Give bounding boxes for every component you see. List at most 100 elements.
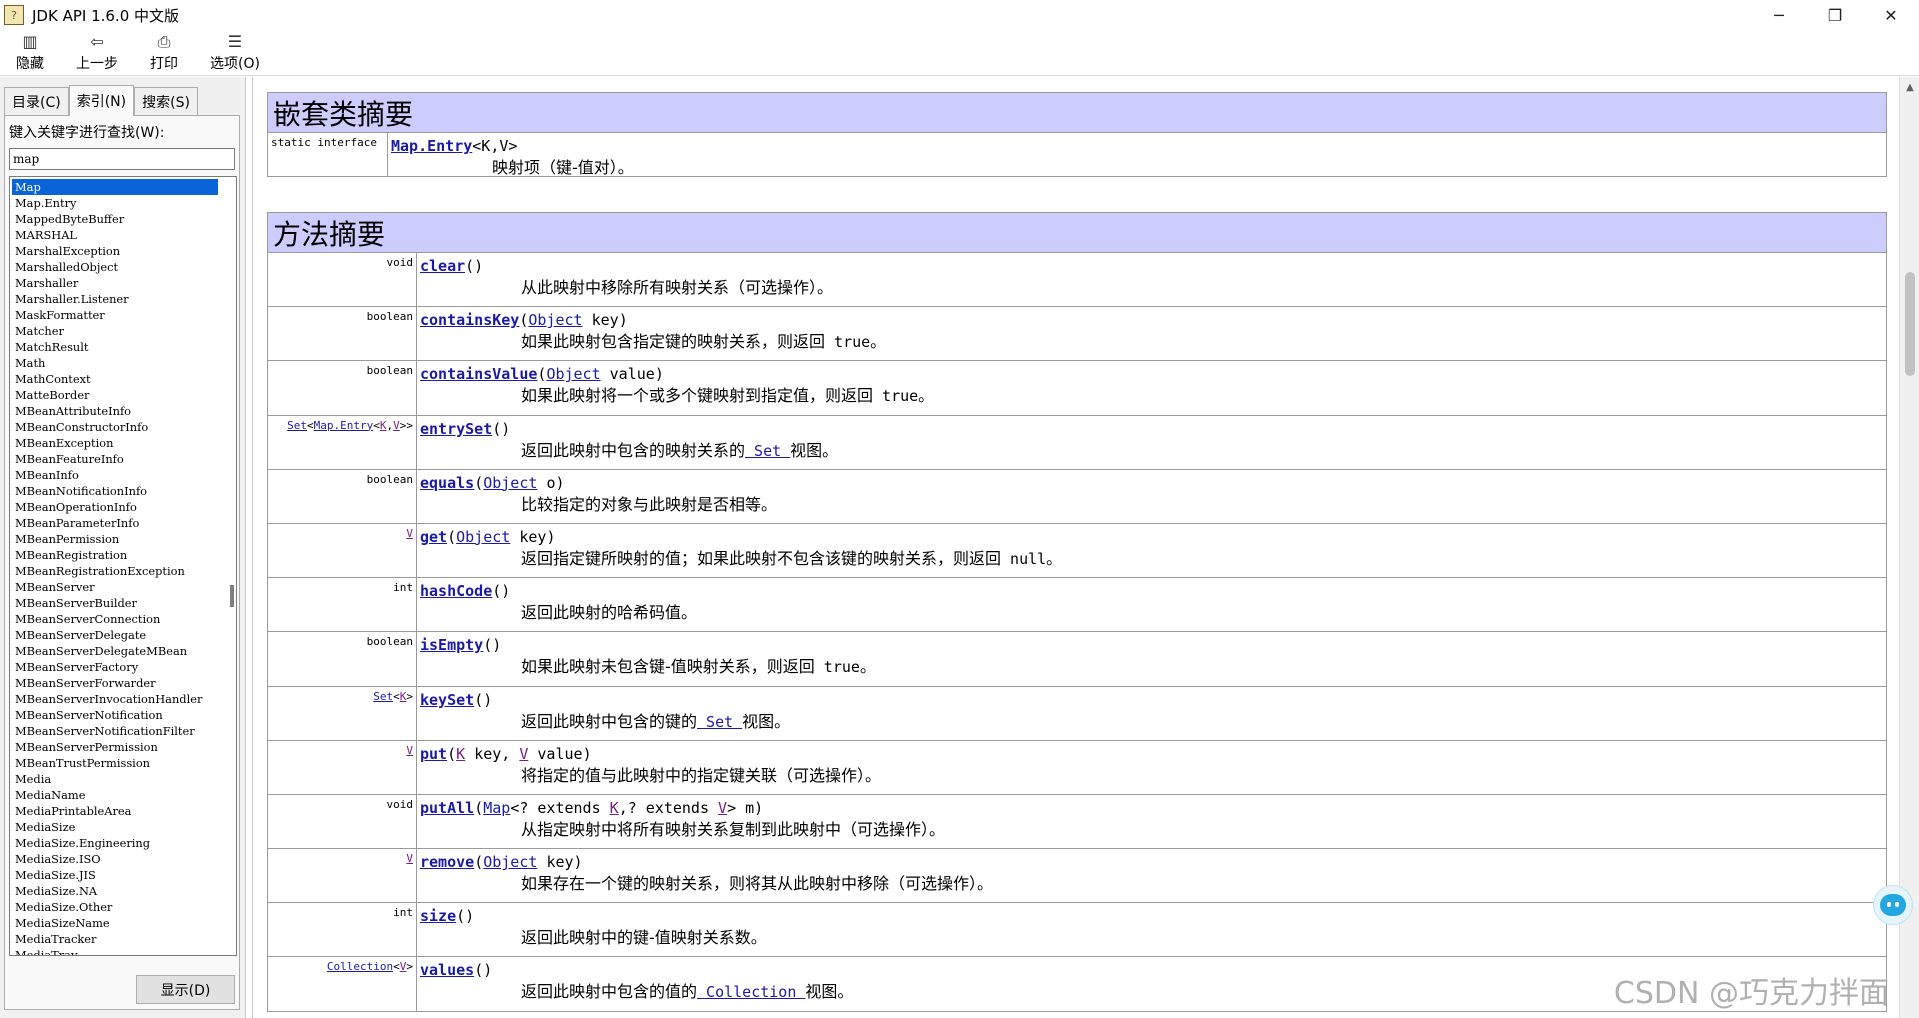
list-item[interactable]: MappedByteBuffer bbox=[12, 211, 218, 227]
return-type-link[interactable]: Set bbox=[373, 690, 393, 703]
list-item[interactable]: MBeanServerFactory bbox=[12, 659, 218, 675]
list-item[interactable]: MarshalException bbox=[12, 243, 218, 259]
param-type-link[interactable]: Object bbox=[483, 853, 537, 871]
method-link[interactable]: clear bbox=[420, 257, 465, 275]
tab-search[interactable]: 搜索(S) bbox=[134, 87, 198, 115]
method-link[interactable]: hashCode bbox=[420, 582, 492, 600]
list-item[interactable]: MathContext bbox=[12, 371, 218, 387]
list-item[interactable]: MediaSize.NA bbox=[12, 883, 218, 899]
list-item[interactable]: MBeanServerNotification bbox=[12, 707, 218, 723]
list-item[interactable]: Map.Entry bbox=[12, 195, 218, 211]
list-item[interactable]: MBeanAttributeInfo bbox=[12, 403, 218, 419]
param-type-link[interactable]: Object bbox=[483, 474, 537, 492]
list-item[interactable]: MediaSize.Engineering bbox=[12, 835, 218, 851]
assistant-button[interactable] bbox=[1873, 885, 1913, 925]
list-item[interactable]: MBeanServerBuilder bbox=[12, 595, 218, 611]
print-button[interactable]: ⎙ 打印 bbox=[150, 30, 178, 73]
list-item[interactable]: MBeanServerConnection bbox=[12, 611, 218, 627]
list-item[interactable]: MBeanServerDelegate bbox=[12, 627, 218, 643]
list-item[interactable]: MBeanException bbox=[12, 435, 218, 451]
list-item[interactable]: MediaSize.Other bbox=[12, 899, 218, 915]
method-link[interactable]: putAll bbox=[420, 799, 474, 817]
desc-type-link[interactable]: Set bbox=[745, 442, 790, 460]
list-item[interactable]: MBeanRegistration bbox=[12, 547, 218, 563]
keyword-input[interactable] bbox=[9, 148, 235, 170]
list-item[interactable]: MARSHAL bbox=[12, 227, 218, 243]
return-type-param-link[interactable]: K bbox=[380, 419, 387, 432]
return-type-link[interactable]: Collection bbox=[327, 960, 393, 973]
list-item[interactable]: MBeanParameterInfo bbox=[12, 515, 218, 531]
param-type-link[interactable]: Map bbox=[483, 799, 510, 817]
scroll-thumb[interactable] bbox=[1905, 272, 1915, 376]
param-type-link[interactable]: Object bbox=[528, 311, 582, 329]
method-link[interactable]: keySet bbox=[420, 691, 474, 709]
return-type-link[interactable]: Set bbox=[287, 419, 307, 432]
return-type-param-link[interactable]: V bbox=[393, 419, 400, 432]
list-item[interactable]: Matcher bbox=[12, 323, 218, 339]
list-item[interactable]: Media bbox=[12, 771, 218, 787]
list-item[interactable]: MBeanNotificationInfo bbox=[12, 483, 218, 499]
return-type-link[interactable]: Map.Entry bbox=[314, 419, 374, 432]
list-item[interactable]: MatteBorder bbox=[12, 387, 218, 403]
list-item[interactable]: MBeanTrustPermission bbox=[12, 755, 218, 771]
desc-type-link[interactable]: Collection bbox=[697, 983, 805, 1001]
back-button[interactable]: ⇦ 上一步 bbox=[76, 30, 118, 73]
list-item[interactable]: MediaTray bbox=[12, 947, 218, 955]
list-item[interactable]: MediaPrintableArea bbox=[12, 803, 218, 819]
method-link[interactable]: values bbox=[420, 961, 474, 979]
nested-class-link[interactable]: Map.Entry bbox=[391, 137, 472, 155]
list-item[interactable]: MediaTracker bbox=[12, 931, 218, 947]
param-type-link[interactable]: Object bbox=[546, 365, 600, 383]
list-item[interactable]: MBeanServerDelegateMBean bbox=[12, 643, 218, 659]
return-type-param-link[interactable]: V bbox=[406, 852, 413, 865]
index-list[interactable]: Map Map.Entry MappedByteBuffer MARSHAL Marsh… bbox=[9, 176, 237, 956]
method-link[interactable]: equals bbox=[420, 474, 474, 492]
method-link[interactable]: remove bbox=[420, 853, 474, 871]
return-type-param-link[interactable]: V bbox=[406, 527, 413, 540]
tab-index[interactable]: 索引(N) bbox=[68, 85, 135, 116]
content-scrollbar[interactable]: ▲ bbox=[1899, 77, 1919, 1018]
list-item[interactable]: MatchResult bbox=[12, 339, 218, 355]
method-link[interactable]: isEmpty bbox=[420, 636, 483, 654]
tab-contents[interactable]: 目录(C) bbox=[4, 87, 69, 115]
method-link[interactable]: containsValue bbox=[420, 365, 537, 383]
options-button[interactable]: ☰ 选项(O) bbox=[210, 30, 260, 73]
scroll-up-icon[interactable]: ▲ bbox=[1900, 77, 1919, 97]
list-scrollbar[interactable] bbox=[230, 585, 234, 607]
list-item[interactable]: Marshaller bbox=[12, 275, 218, 291]
method-link[interactable]: put bbox=[420, 745, 447, 763]
list-item[interactable]: MediaSizeName bbox=[12, 915, 218, 931]
minimize-button[interactable]: ─ bbox=[1751, 0, 1807, 30]
list-item[interactable]: MBeanServerForwarder bbox=[12, 675, 218, 691]
list-item[interactable]: MBeanOperationInfo bbox=[12, 499, 218, 515]
method-link[interactable]: entrySet bbox=[420, 420, 492, 438]
method-link[interactable]: get bbox=[420, 528, 447, 546]
desc-type-link[interactable]: Set bbox=[697, 713, 742, 731]
list-item[interactable]: MBeanServerInvocationHandler bbox=[12, 691, 218, 707]
list-item[interactable]: MaskFormatter bbox=[12, 307, 218, 323]
list-item[interactable]: Map bbox=[12, 179, 218, 195]
param-type-param-link[interactable]: K bbox=[456, 745, 465, 763]
list-item[interactable]: Marshaller.Listener bbox=[12, 291, 218, 307]
list-item[interactable]: MediaSize.JIS bbox=[12, 867, 218, 883]
return-type-param-link[interactable]: V bbox=[406, 744, 413, 757]
display-button[interactable]: 显示(D) bbox=[136, 975, 235, 1004]
restore-button[interactable]: ❐ bbox=[1807, 0, 1863, 30]
param-type-link[interactable]: Object bbox=[456, 528, 510, 546]
list-item[interactable]: MBeanInfo bbox=[12, 467, 218, 483]
close-button[interactable]: ✕ bbox=[1863, 0, 1919, 30]
param-type-param-link[interactable]: V bbox=[718, 799, 727, 817]
method-link[interactable]: containsKey bbox=[420, 311, 519, 329]
list-item[interactable]: MBeanServerNotificationFilter bbox=[12, 723, 218, 739]
list-item[interactable]: Math bbox=[12, 355, 218, 371]
list-item[interactable]: MediaSize bbox=[12, 819, 218, 835]
list-item[interactable]: MediaSize.ISO bbox=[12, 851, 218, 867]
list-item[interactable]: MediaName bbox=[12, 787, 218, 803]
list-item[interactable]: MBeanFeatureInfo bbox=[12, 451, 218, 467]
list-item[interactable]: MBeanServer bbox=[12, 579, 218, 595]
list-item[interactable]: MBeanServerPermission bbox=[12, 739, 218, 755]
list-item[interactable]: MBeanRegistrationException bbox=[12, 563, 218, 579]
list-item[interactable]: MarshalledObject bbox=[12, 259, 218, 275]
hide-button[interactable]: ▥ 隐藏 bbox=[16, 30, 44, 73]
list-item[interactable]: MBeanConstructorInfo bbox=[12, 419, 218, 435]
